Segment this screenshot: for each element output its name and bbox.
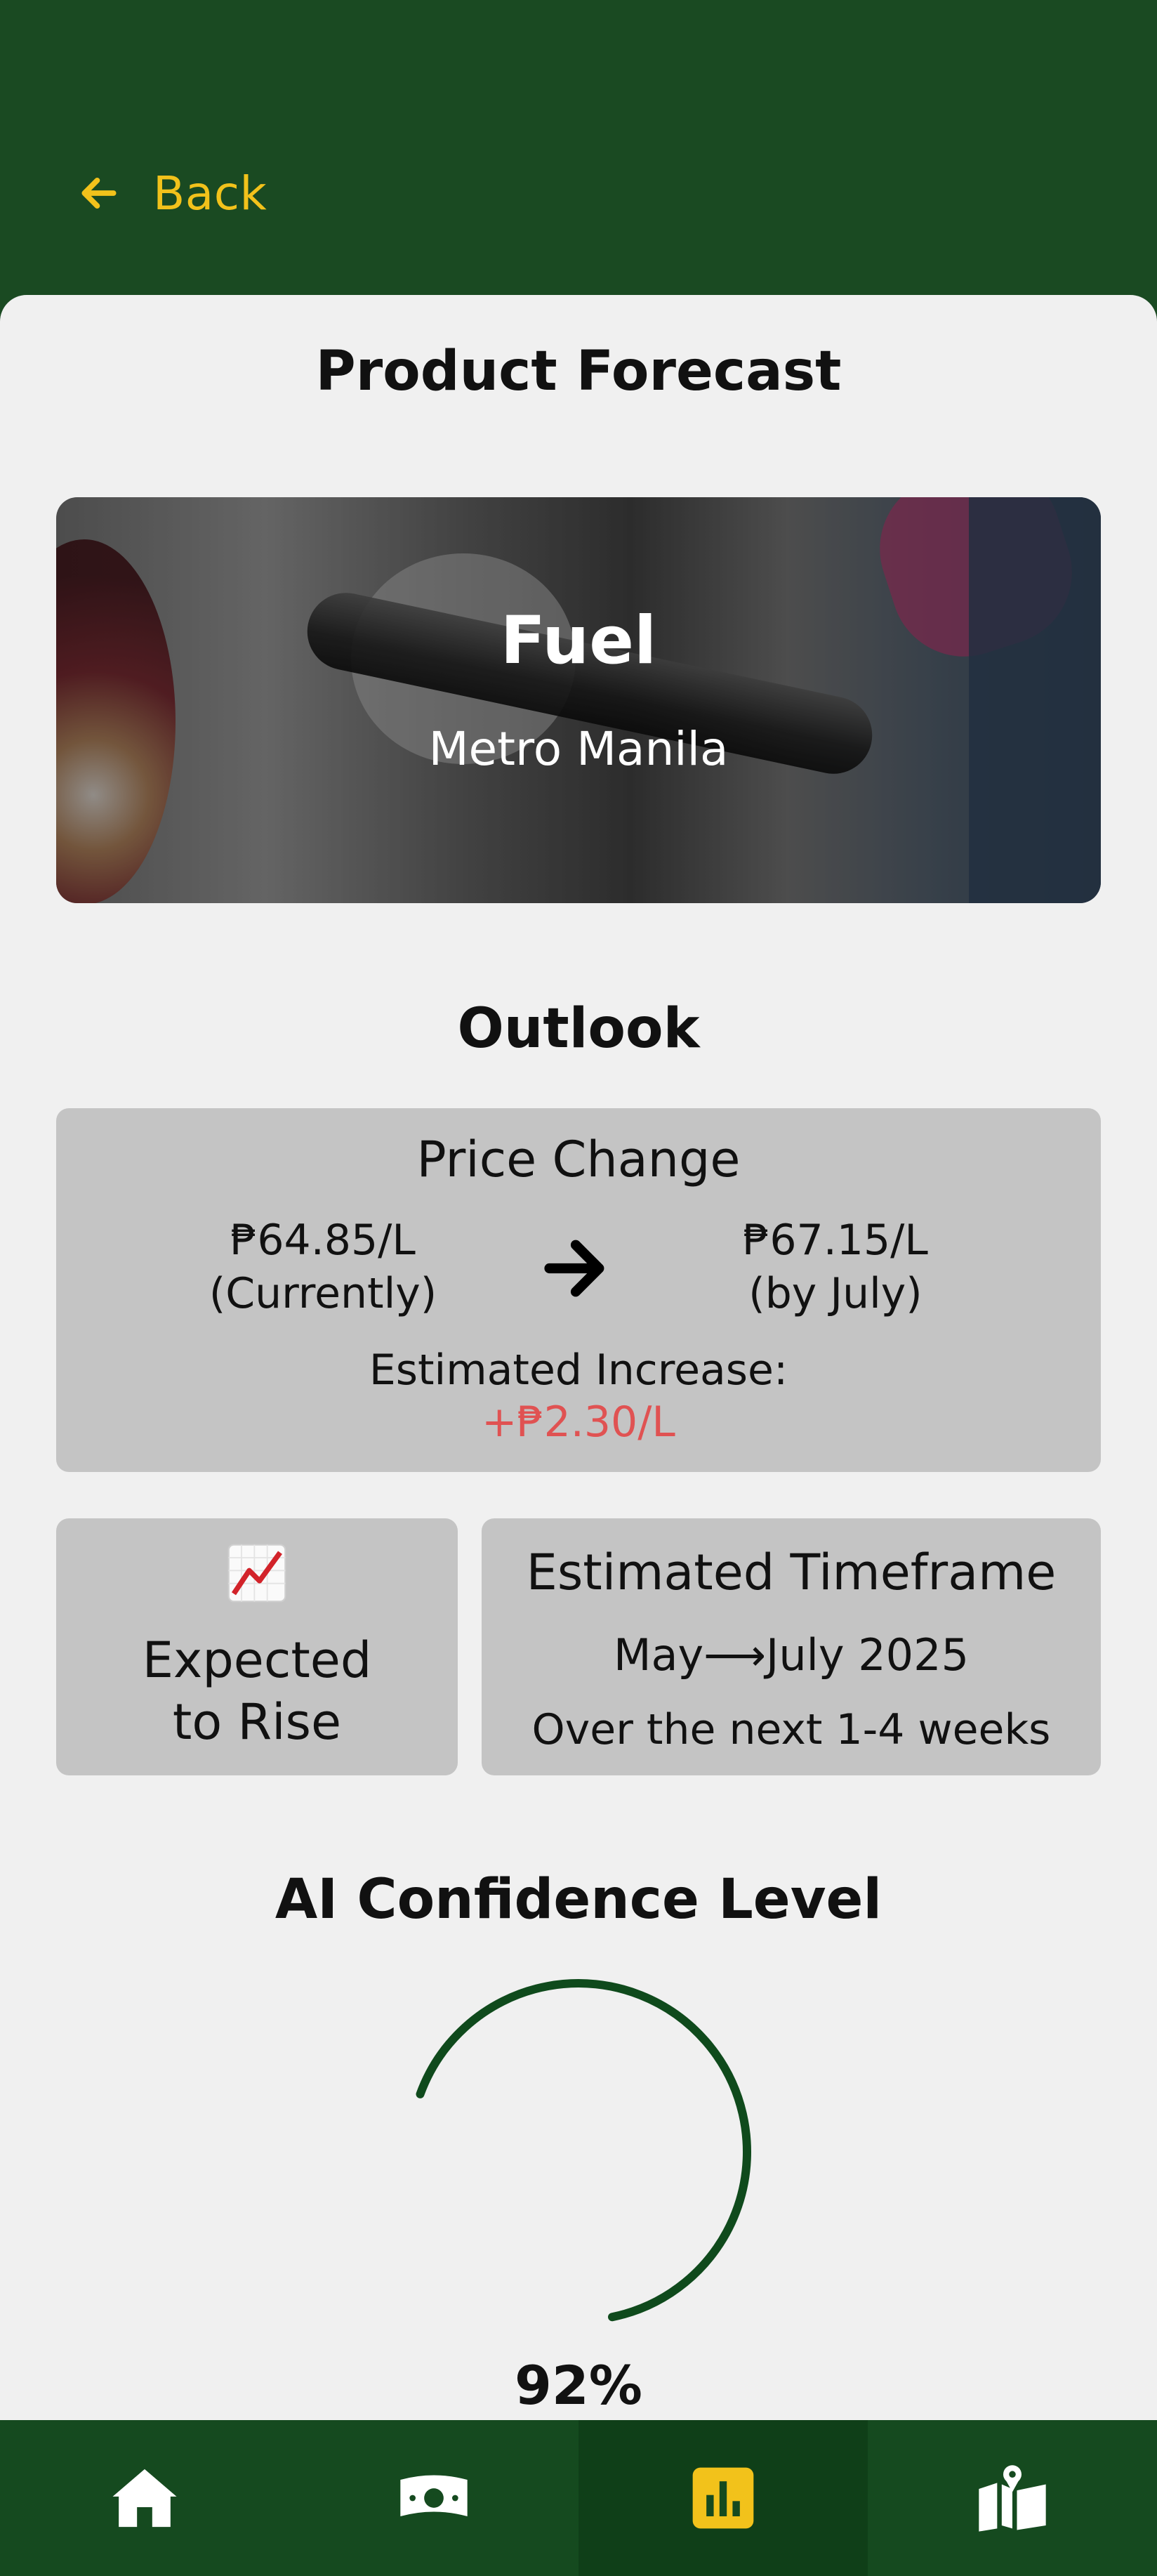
trend-text: Expected to Rise	[56, 1629, 458, 1753]
content-sheet: Product Forecast Fuel Metro Manila Outlo…	[0, 295, 1157, 2421]
price-change-title: Price Change	[416, 1131, 741, 1188]
chart-increasing-icon	[227, 1544, 286, 1603]
future-price: ₱67.15/L	[743, 1216, 928, 1265]
estimated-increase-value: +₱2.30/L	[482, 1398, 675, 1447]
timeframe-title: Estimated Timeframe	[526, 1544, 1057, 1601]
confidence-title: AI Confidence Level	[275, 1868, 882, 1931]
confidence-value: 92%	[515, 2354, 642, 2417]
product-region: Metro Manila	[428, 722, 729, 776]
current-price: ₱64.85/L	[230, 1216, 416, 1265]
home-icon	[112, 2469, 177, 2528]
map-icon	[979, 2465, 1046, 2532]
future-price-block: ₱67.15/L (by July)	[695, 1214, 976, 1320]
estimated-increase-label: Estimated Increase:	[369, 1346, 788, 1395]
nav-home[interactable]	[0, 2420, 289, 2576]
price-change-card: Price Change ₱64.85/L (Currently) ₱67.15…	[56, 1108, 1101, 1472]
nav-forecast[interactable]	[578, 2420, 868, 2576]
arrow-right-icon	[544, 1240, 604, 1297]
confidence-gauge	[416, 1979, 751, 2322]
trend-card: Expected to Rise	[56, 1518, 458, 1775]
trend-line-1: Expected	[142, 1631, 372, 1689]
confidence-gauge-arc	[416, 1979, 751, 2322]
timeframe-range: May⟶July 2025	[613, 1629, 970, 1681]
timeframe-description: Over the next 1-4 weeks	[531, 1705, 1051, 1754]
current-price-block: ₱64.85/L (Currently)	[183, 1214, 463, 1320]
product-hero-card: Fuel Metro Manila	[56, 497, 1101, 903]
hero-overlay	[56, 497, 1101, 903]
current-price-note: (Currently)	[209, 1269, 437, 1318]
future-price-note: (by July)	[748, 1269, 923, 1318]
bar-chart-icon	[692, 2467, 754, 2529]
nav-prices[interactable]	[289, 2420, 578, 2576]
top-bar: Back	[0, 0, 1157, 302]
nav-map[interactable]	[868, 2420, 1157, 2576]
money-icon	[400, 2475, 468, 2516]
outlook-title: Outlook	[457, 997, 700, 1060]
timeframe-card: Estimated Timeframe May⟶July 2025 Over t…	[482, 1518, 1101, 1775]
page-title: Product Forecast	[315, 340, 842, 403]
arrow-left-icon	[81, 178, 117, 209]
bottom-nav	[0, 2420, 1157, 2576]
back-button[interactable]: Back	[77, 162, 267, 225]
back-label: Back	[153, 166, 267, 221]
product-name: Fuel	[500, 603, 657, 679]
trend-line-2: to Rise	[172, 1693, 342, 1751]
